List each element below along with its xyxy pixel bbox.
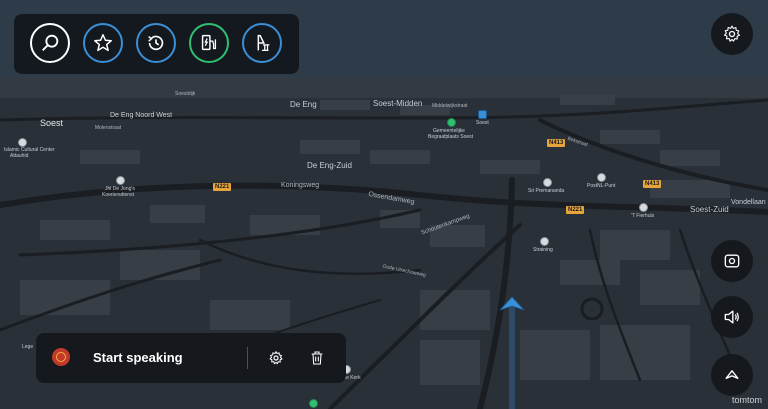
label-molenstraat: Molenstraat [95,125,122,131]
divider [247,347,248,369]
assistant-logo-icon [56,352,66,362]
poi-icon[interactable] [309,399,318,408]
star-icon [94,34,112,52]
volume-button[interactable] [711,296,753,338]
label-de-eng-noord-west: De Eng Noord West [110,112,173,119]
chevron-up-icon [725,370,739,379]
history-icon [148,35,164,51]
search-button[interactable] [30,23,70,63]
ev-charging-icon [201,34,217,51]
parking-button[interactable] [242,23,282,63]
label-begraafplaats-2: Begraafplaats Soest [428,134,474,140]
label-postnl: PostNL-Punt [587,183,616,189]
camera-view-button[interactable] [711,240,753,282]
label-vondellaan: Vondellaan [731,199,766,206]
road-shield-n413: N413 [547,139,566,147]
label-soest: Soest [40,118,64,128]
road-shield-n221: N221 [566,206,585,214]
camera-icon [724,254,740,268]
poi-icon[interactable] [116,176,125,185]
label-soest-zuid: Soest-Zuid [690,205,729,214]
label-koeriersdienst: Koeriersdienst [102,192,134,198]
poi-icon[interactable] [540,237,549,246]
favorites-button[interactable] [83,23,123,63]
label-de-eng: De Eng [290,100,317,109]
voice-settings-button[interactable] [264,346,288,370]
recent-destinations-button[interactable] [136,23,176,63]
poi-icon[interactable] [597,173,606,182]
speaker-icon [724,310,739,324]
label-middelwijkstraat: Middelwijkstraat [432,103,468,109]
label-attauhid: Attauhid [10,153,29,159]
gear-icon [269,351,283,365]
label-straining: Straining [533,247,553,253]
road-shield-n221: N221 [213,183,232,191]
ev-charging-button[interactable] [189,23,229,63]
label-soestdijk: Soestdijk [175,91,196,97]
cemetery-icon[interactable] [447,118,456,127]
gear-icon [723,25,741,42]
settings-button[interactable] [711,13,753,55]
label-koningsweg: Koningsweg [281,182,320,189]
label-de-eng-zuid: De Eng-Zuid [307,161,352,170]
delete-button[interactable] [305,346,329,370]
poi-icon[interactable] [18,138,27,147]
train-station-icon[interactable] [478,110,487,119]
label-sri-premananda: Sri Premananda [528,188,565,194]
search-icon [42,34,59,51]
poi-icon[interactable] [543,178,552,187]
label-soest-station: Soest [476,120,489,126]
assistant-avatar [52,348,70,366]
poi-icon[interactable] [639,203,648,212]
quick-access-toolbar [14,14,299,74]
start-speaking-label[interactable]: Start speaking [93,350,183,365]
voice-assistant-panel: Start speaking [36,333,346,383]
navigation-menu-button[interactable] [711,354,753,396]
brand-logo: tomtom [731,395,762,405]
label-fierhuis: 'T Fierhuis [631,213,655,219]
parking-icon [257,34,270,51]
trash-icon [311,351,323,365]
road-shield-n413: N413 [643,180,662,188]
label-soest-midden: Soest-Midden [373,99,423,108]
label-lege: Lege [22,344,34,350]
